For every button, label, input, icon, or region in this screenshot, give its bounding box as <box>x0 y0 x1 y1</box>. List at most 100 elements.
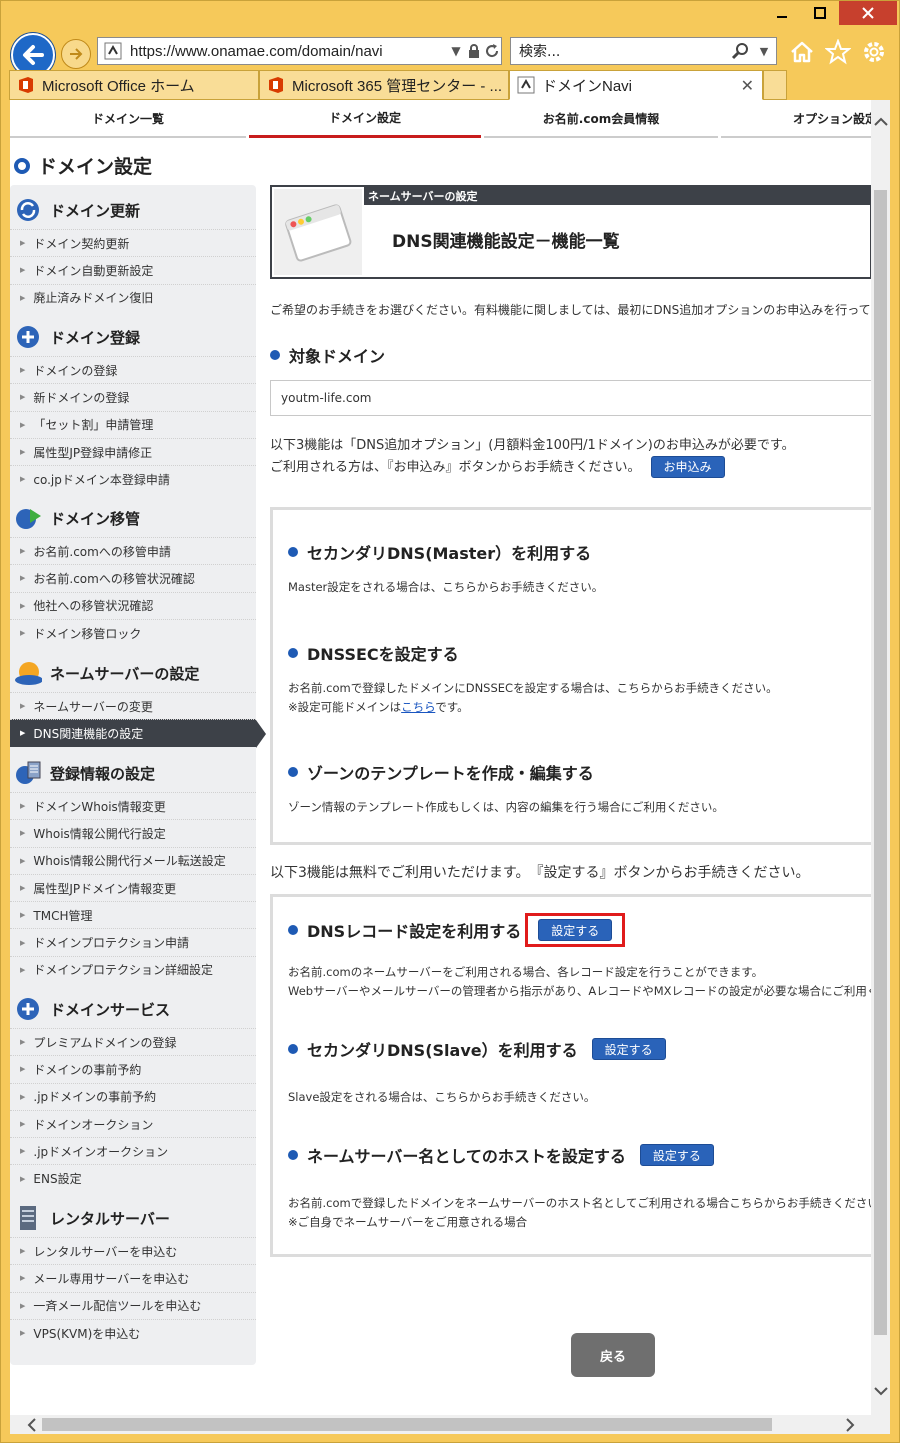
sidebar-item-transfer-lock[interactable]: ▶ ドメイン移管ロック <box>10 618 256 646</box>
maximize-button[interactable] <box>801 1 839 25</box>
bullet-icon: ▶ <box>20 965 26 974</box>
topnav-domain-list[interactable]: ドメイン一覧 <box>10 100 246 138</box>
tab-m365-admin[interactable]: Microsoft 365 管理センター - ... <box>259 70 509 100</box>
sidebar-section-registration-info: 登録情報の設定 ▶ ドメインWhois情報変更 ▶ Whois情報公開代行設定 ▶ W… <box>10 754 256 983</box>
address-bar[interactable]: https://www.onamae.com/domain/navi ▼ <box>97 37 502 65</box>
scroll-down-icon[interactable] <box>873 1383 888 1398</box>
search-icon[interactable] <box>728 42 752 60</box>
refresh-icon[interactable] <box>483 40 501 62</box>
sidebar-heading: ネームサーバーの設定 <box>10 654 256 692</box>
paid-note-line-2-text: ご利用される方は、『お申込み』ボタンからお手続きください。 <box>270 459 641 475</box>
vertical-scrollbar[interactable] <box>871 100 890 1415</box>
home-icon[interactable] <box>787 37 817 67</box>
sidebar-item-tmch[interactable]: ▶ TMCH管理 <box>10 901 256 928</box>
navigation-bar: https://www.onamae.com/domain/navi ▼ 検索.… <box>1 29 899 77</box>
title-marker-icon <box>14 157 30 174</box>
dns-record-settings-button[interactable]: 設定する <box>538 919 613 941</box>
scroll-left-icon[interactable] <box>24 1417 39 1432</box>
sidebar-item-jp-info-change[interactable]: ▶ 属性型JPドメイン情報変更 <box>10 873 256 901</box>
tab-label: ドメインNavi <box>542 77 633 95</box>
horizontal-scroll-thumb[interactable] <box>42 1418 772 1431</box>
sidebar-item-protection-detail[interactable]: ▶ ドメインプロテクション詳細設定 <box>10 955 256 983</box>
search-input[interactable]: 検索... <box>519 41 728 61</box>
sidebar-item-domain-auction[interactable]: ▶ ドメインオークション <box>10 1109 256 1137</box>
tab-label: Microsoft Office ホーム <box>42 77 195 95</box>
forward-nav-button[interactable] <box>61 39 91 69</box>
sidebar-item-contract-renewal[interactable]: ▶ ドメイン契約更新 <box>10 229 256 256</box>
slave-settings-button[interactable]: 設定する <box>591 1038 666 1060</box>
tab-label: Microsoft 365 管理センター - ... <box>292 77 503 95</box>
sidebar-heading: ドメイン更新 <box>10 191 256 229</box>
sidebar-item-label: メール専用サーバーを申込む <box>33 1271 190 1286</box>
topnav-domain-settings[interactable]: ドメイン設定 <box>249 100 481 138</box>
favorites-star-icon[interactable] <box>823 37 853 67</box>
server-icon <box>14 1204 42 1232</box>
sidebar-item-register-domain[interactable]: ▶ ドメインの登録 <box>10 356 256 383</box>
paid-note-line-2: ご利用される方は、『お申込み』ボタンからお手続きください。 お申込み <box>270 456 725 478</box>
sidebar-item-ens-settings[interactable]: ▶ ENS設定 <box>10 1164 256 1191</box>
back-button[interactable]: 戻る <box>571 1333 655 1377</box>
sidebar-item-transfer-in[interactable]: ▶ お名前.comへの移管申請 <box>10 537 256 564</box>
sidebar-item-whois-mail-forward[interactable]: ▶ Whois情報公開代行メール転送設定 <box>10 846 256 874</box>
sidebar-item-label: ENS設定 <box>33 1172 82 1187</box>
sidebar-item-restore-domain[interactable]: ▶ 廃止済みドメイン復旧 <box>10 283 256 311</box>
tab-office-home[interactable]: Microsoft Office ホーム <box>9 70 259 100</box>
tab-domain-navi[interactable]: ドメインNavi ✕ <box>509 70 763 100</box>
topnav-option-settings[interactable]: オプション設定 <box>721 100 890 138</box>
bullet-dot-icon <box>288 1044 298 1054</box>
sidebar-item-label: プレミアムドメインの登録 <box>33 1035 177 1050</box>
new-tab-button[interactable] <box>763 70 787 100</box>
sidebar-item-cojp-register[interactable]: ▶ co.jpドメイン本登録申請 <box>10 465 256 492</box>
lock-icon[interactable] <box>465 40 483 62</box>
close-tab-icon[interactable]: ✕ <box>741 76 754 96</box>
sidebar-item-pre-reservation[interactable]: ▶ ドメインの事前予約 <box>10 1055 256 1082</box>
sidebar-item-jp-fix[interactable]: ▶ 属性型JP登録申請修正 <box>10 437 256 465</box>
sidebar-item-whois-change[interactable]: ▶ ドメインWhois情報変更 <box>10 792 256 819</box>
plus-globe-icon <box>14 323 42 351</box>
host-settings-button[interactable]: 設定する <box>639 1144 714 1166</box>
paid-features-panel: セカンダリDNS(Master）を利用する Master設定をされる場合は、こち… <box>270 507 878 845</box>
sidebar-item-dns-settings[interactable]: ▶ DNS関連機能の設定 <box>10 719 266 749</box>
sidebar-item-apply-vps[interactable]: ▶ VPS(KVM)を申込む <box>10 1318 256 1346</box>
close-window-button[interactable] <box>839 1 897 25</box>
bullet-icon: ▶ <box>20 547 26 556</box>
highlight-box: 設定する <box>525 913 626 947</box>
sidebar-item-register-new-domain[interactable]: ▶ 新ドメインの登録 <box>10 383 256 410</box>
sidebar-item-jp-auction[interactable]: ▶ .jpドメインオークション <box>10 1137 256 1164</box>
browser-window: https://www.onamae.com/domain/navi ▼ 検索.… <box>0 0 900 1443</box>
minimize-button[interactable] <box>763 1 801 25</box>
sidebar-item-apply-rental-server[interactable]: ▶ レンタルサーバーを申込む <box>10 1237 256 1264</box>
bullet-icon: ▶ <box>20 475 26 484</box>
bullet-icon: ▶ <box>20 829 26 838</box>
gear-icon[interactable] <box>859 37 889 67</box>
supported-domains-link[interactable]: こちら <box>401 700 435 714</box>
sidebar-item-transfer-out-status[interactable]: ▶ 他社への移管状況確認 <box>10 591 256 619</box>
search-bar[interactable]: 検索... ▼ <box>510 37 777 65</box>
sidebar-item-change-nameserver[interactable]: ▶ ネームサーバーの変更 <box>10 692 256 719</box>
search-dropdown-icon[interactable]: ▼ <box>752 45 776 58</box>
sidebar-item-set-discount[interactable]: ▶ 「セット割」申請管理 <box>10 410 256 438</box>
scroll-right-icon[interactable] <box>842 1417 857 1432</box>
sidebar-heading: ドメイン移管 <box>10 499 256 537</box>
sidebar-item-transfer-status[interactable]: ▶ お名前.comへの移管状況確認 <box>10 564 256 591</box>
sidebar-item-apply-bulk-mail[interactable]: ▶ 一斉メール配信ツールを申込む <box>10 1291 256 1319</box>
dropdown-icon[interactable]: ▼ <box>447 40 465 62</box>
feature-desc: Webサーバーやメールサーバーの管理者から指示があり、AレコードやMXレコードの… <box>288 984 890 998</box>
tab-bar: Microsoft Office ホーム Microsoft 365 管理センタ… <box>1 70 899 100</box>
sidebar-item-apply-mail-server[interactable]: ▶ メール専用サーバーを申込む <box>10 1264 256 1291</box>
sidebar-item-protection-apply[interactable]: ▶ ドメインプロテクション申請 <box>10 928 256 955</box>
horizontal-scrollbar[interactable] <box>10 1415 890 1434</box>
topnav-member-info[interactable]: お名前.com会員情報 <box>484 100 718 138</box>
sidebar-item-premium-domain[interactable]: ▶ プレミアムドメインの登録 <box>10 1028 256 1055</box>
office-icon <box>16 75 36 95</box>
sidebar-item-auto-renewal[interactable]: ▶ ドメイン自動更新設定 <box>10 256 256 283</box>
apply-button[interactable]: お申込み <box>650 456 725 478</box>
sidebar-item-jp-pre-reservation[interactable]: ▶ .jpドメインの事前予約 <box>10 1082 256 1110</box>
title-bar <box>1 1 899 31</box>
vertical-scroll-thumb[interactable] <box>874 190 887 1335</box>
bullet-icon: ▶ <box>20 420 26 429</box>
page-title: ドメイン設定 <box>14 152 152 179</box>
sidebar-item-whois-proxy[interactable]: ▶ Whois情報公開代行設定 <box>10 819 256 846</box>
scroll-up-icon[interactable] <box>873 114 888 129</box>
sidebar-section-renewal: ドメイン更新 ▶ ドメイン契約更新 ▶ ドメイン自動更新設定 ▶ 廃止済みドメイン復旧 <box>10 191 256 311</box>
